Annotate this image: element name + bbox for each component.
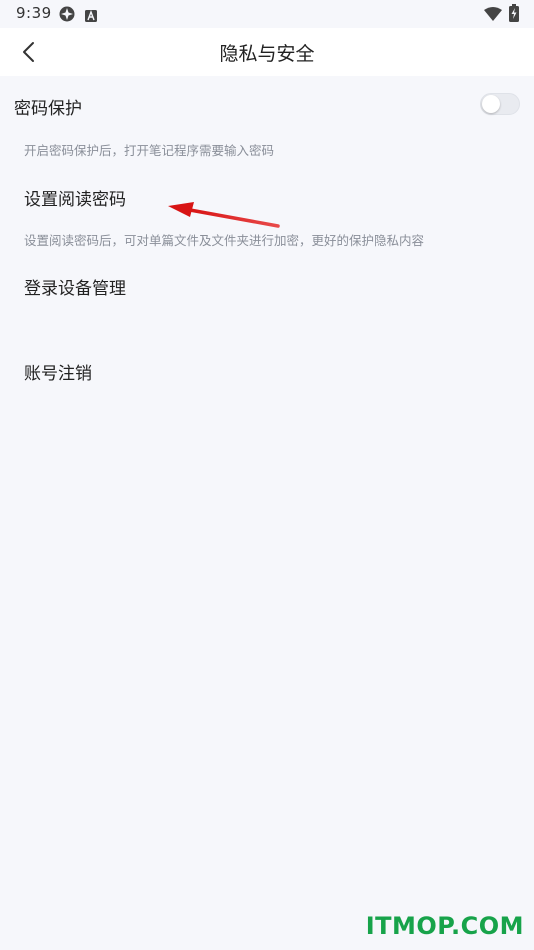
reading-password-title: 设置阅读密码 (24, 190, 126, 210)
font-a-icon (85, 7, 97, 22)
page-title: 隐私与安全 (219, 43, 315, 65)
watermark-logo: ITMOP.COM (365, 912, 524, 940)
header-bar: 隐私与安全 (0, 28, 534, 76)
status-bar: 9:39 (0, 0, 534, 28)
notification-app-icon (59, 6, 75, 22)
annotation-arrow-icon (168, 202, 280, 228)
toggle-knob (482, 95, 500, 113)
wifi-icon (484, 6, 502, 21)
password-protection-title: 密码保护 (14, 99, 82, 119)
password-protection-toggle[interactable] (480, 93, 520, 115)
status-time: 9:39 (16, 4, 52, 22)
password-protection-description: 开启密码保护后，打开笔记程序需要输入密码 (24, 143, 275, 158)
device-management-title: 登录设备管理 (24, 279, 126, 299)
battery-charging-icon (509, 4, 519, 22)
account-cancel-title: 账号注销 (24, 364, 92, 384)
